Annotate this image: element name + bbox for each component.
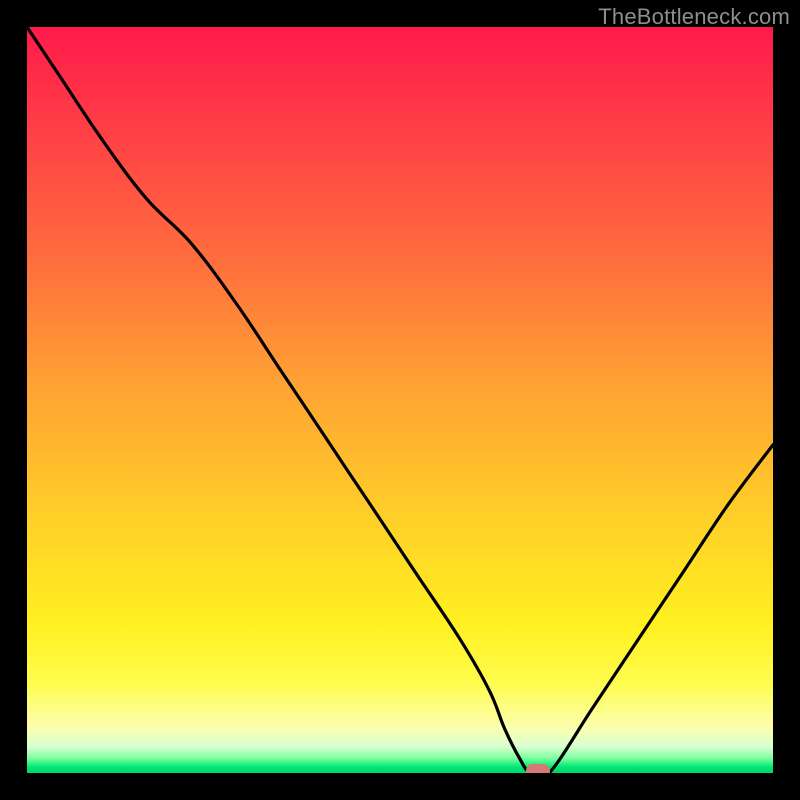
bottleneck-curve (27, 27, 773, 773)
chart-frame: TheBottleneck.com (0, 0, 800, 800)
watermark-text: TheBottleneck.com (598, 4, 790, 30)
plot-area (27, 27, 773, 773)
optimal-marker (526, 764, 550, 773)
